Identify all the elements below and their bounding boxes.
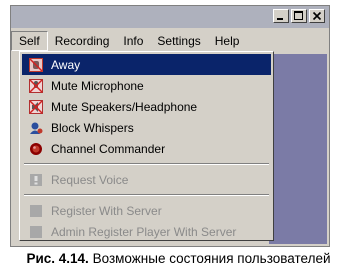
menu-separator	[24, 194, 269, 196]
menu-item-admin-register: Admin Register Player With Server	[20, 221, 273, 242]
menu-bar: Self Recording Info Settings Help	[11, 30, 329, 52]
admin-register-icon	[28, 224, 44, 240]
menu-item-request-voice: Request Voice	[20, 169, 273, 190]
channel-commander-icon	[28, 141, 44, 157]
menu-item-label: Block Whispers	[51, 120, 134, 135]
menu-item-mute-speakers[interactable]: Mute Speakers/Headphone	[20, 96, 273, 117]
request-voice-icon	[28, 172, 44, 188]
window-controls	[273, 9, 325, 23]
figure-caption-text: Возможные состояния пользователей	[92, 251, 331, 266]
menu-item-label: Away	[51, 57, 81, 72]
menu-item-register-with-server: Register With Server	[20, 200, 273, 221]
menu-settings[interactable]: Settings	[150, 32, 207, 50]
menu-info[interactable]: Info	[116, 32, 150, 50]
client-area	[269, 54, 327, 244]
close-icon	[312, 11, 322, 21]
maximize-button[interactable]	[291, 9, 307, 23]
menu-item-label: Channel Commander	[51, 141, 166, 156]
menu-item-label: Mute Microphone	[51, 78, 144, 93]
menu-recording[interactable]: Recording	[48, 32, 117, 50]
minimize-icon	[277, 18, 283, 20]
menu-item-mute-microphone[interactable]: Mute Microphone	[20, 75, 273, 96]
away-icon	[28, 57, 44, 73]
close-button[interactable]	[309, 9, 325, 23]
menu-item-label: Mute Speakers/Headphone	[51, 99, 198, 114]
register-icon	[28, 203, 44, 219]
menu-separator	[24, 163, 269, 165]
menu-item-label: Request Voice	[51, 172, 129, 187]
menu-self[interactable]: Self	[11, 31, 48, 51]
block-whispers-icon	[28, 120, 44, 136]
title-bar	[11, 6, 329, 28]
menu-item-label: Register With Server	[51, 203, 162, 218]
mute-microphone-icon	[28, 78, 44, 94]
menu-help[interactable]: Help	[208, 32, 247, 50]
menu-item-block-whispers[interactable]: Block Whispers	[20, 117, 273, 138]
figure-caption: Рис. 4.14. Возможные состояния пользоват…	[0, 251, 357, 266]
menu-item-channel-commander[interactable]: Channel Commander	[20, 138, 273, 159]
self-dropdown-menu: Away Mute Microphone Mute Speakers/Headp…	[19, 51, 274, 241]
menu-item-away[interactable]: Away	[22, 54, 271, 75]
figure-number: Рис. 4.14.	[26, 251, 89, 266]
minimize-button[interactable]	[273, 9, 289, 23]
menu-item-label: Admin Register Player With Server	[51, 224, 237, 239]
maximize-icon	[294, 11, 303, 20]
mute-speakers-icon	[28, 99, 44, 115]
